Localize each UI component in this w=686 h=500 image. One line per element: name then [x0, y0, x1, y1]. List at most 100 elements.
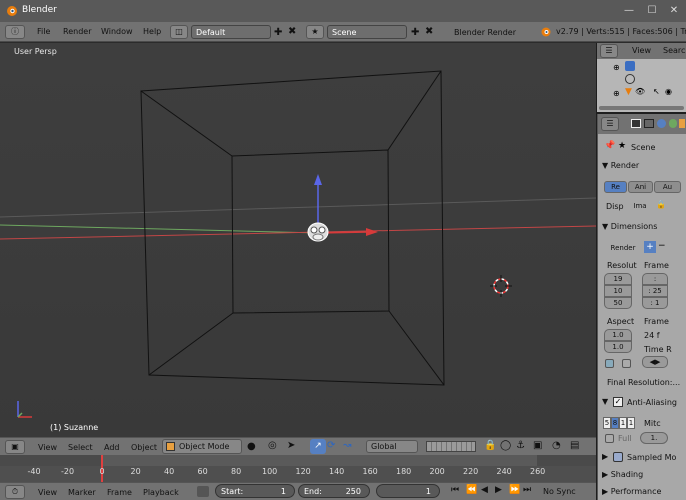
- delete-scene-icon[interactable]: ✖: [425, 26, 433, 37]
- frame-end-field[interactable]: : 25: [642, 285, 668, 297]
- outliner-view-menu[interactable]: View: [632, 46, 651, 55]
- close-icon[interactable]: ✕: [667, 4, 681, 18]
- render-preview-icon[interactable]: ◔: [552, 440, 561, 451]
- time-remap-fields[interactable]: ◀▶: [642, 356, 668, 368]
- aspect-x-field[interactable]: 1.0: [604, 329, 632, 341]
- proportional-edit-icon[interactable]: ◯: [500, 440, 511, 451]
- properties-panel[interactable]: ☰ 📌 ★ Scene ▼ Render Re Ani Au Disp Ima …: [597, 114, 686, 500]
- info-editor-type-icon[interactable]: ⓘ: [5, 25, 25, 39]
- resolution-percent-field[interactable]: 50: [604, 297, 632, 309]
- performance-section-header[interactable]: ▶ Performance: [602, 487, 661, 500]
- full-sample-checkbox[interactable]: [605, 434, 614, 443]
- suzanne-object[interactable]: [305, 220, 331, 246]
- screen-layout-icon[interactable]: ◫: [170, 25, 188, 39]
- menu-help[interactable]: Help: [143, 27, 161, 36]
- timeline-menu-marker[interactable]: Marker: [68, 488, 96, 497]
- render-button[interactable]: Re: [604, 181, 627, 193]
- sync-mode-select[interactable]: No Sync: [543, 487, 576, 496]
- preview-range-icon[interactable]: [197, 486, 209, 497]
- maximize-icon[interactable]: ☐: [645, 4, 659, 18]
- object-mode-select[interactable]: Object Mode: [162, 439, 242, 454]
- jump-start-icon[interactable]: ⏮: [451, 485, 459, 495]
- scale-manipulator-icon[interactable]: ↝: [343, 440, 351, 451]
- filter-size-field[interactable]: 1.: [640, 432, 668, 444]
- remove-preset-icon[interactable]: −: [658, 241, 666, 251]
- end-frame-field[interactable]: End: 250: [298, 484, 370, 498]
- minimize-icon[interactable]: —: [622, 4, 636, 18]
- lock-camera-icon[interactable]: 🔒: [484, 440, 496, 451]
- render-engine-select[interactable]: Blender Render: [449, 25, 531, 39]
- antialiasing-checkbox[interactable]: ✓: [613, 397, 623, 407]
- jump-end-icon[interactable]: ⏭: [523, 485, 531, 495]
- pin-icon[interactable]: 📌: [604, 141, 615, 151]
- menu-window[interactable]: Window: [101, 27, 133, 36]
- rotate-manipulator-icon[interactable]: ⟳: [327, 440, 335, 451]
- outliner[interactable]: ☰ View Search ⊕ ⊕ ▼ 👁 ↖ ◉: [597, 43, 686, 112]
- camera-data-icon[interactable]: [625, 74, 635, 84]
- outliner-scrollbar[interactable]: [599, 106, 684, 110]
- scene-tab-icon[interactable]: [657, 119, 666, 128]
- translate-manipulator-icon[interactable]: ↗: [310, 439, 326, 454]
- timeline-menu-view[interactable]: View: [38, 488, 57, 497]
- properties-editor-type-icon[interactable]: ☰: [601, 117, 619, 131]
- display-select[interactable]: Ima: [628, 200, 652, 212]
- start-frame-field[interactable]: Start: 1: [215, 484, 295, 498]
- menu-file[interactable]: File: [37, 27, 50, 36]
- menu-object[interactable]: Object: [131, 443, 157, 452]
- frame-start-field[interactable]: :: [642, 273, 668, 285]
- manipulator-toggle-icon[interactable]: ➤: [287, 440, 295, 451]
- render-layers-tab-icon[interactable]: [644, 119, 654, 128]
- play-icon[interactable]: ▶: [495, 485, 502, 495]
- play-reverse-icon[interactable]: ◀: [481, 485, 488, 495]
- antialiasing-section-header[interactable]: ▼ ✓ Anti-Aliasing: [602, 397, 677, 407]
- animation-button[interactable]: Ani: [628, 181, 653, 193]
- outliner-expand-icon-2[interactable]: ⊕: [613, 89, 620, 98]
- scene-icon[interactable]: ★: [306, 25, 324, 39]
- 3d-editor-type-icon[interactable]: ▣: [5, 440, 25, 454]
- outliner-expand-icon[interactable]: ⊕: [613, 63, 620, 72]
- menu-select[interactable]: Select: [68, 443, 93, 452]
- render-animation-icon[interactable]: ▤: [570, 440, 579, 451]
- render-tab-icon[interactable]: [631, 119, 641, 128]
- transform-orientation-select[interactable]: Global: [366, 440, 418, 453]
- timeline-menu-frame[interactable]: Frame: [107, 488, 132, 497]
- timeline-editor-type-icon[interactable]: ⏱: [5, 485, 25, 499]
- aa-samples-8[interactable]: 8: [611, 417, 619, 429]
- pivot-point-icon[interactable]: ◎: [268, 440, 277, 451]
- resolution-x-field[interactable]: 19: [604, 273, 632, 285]
- dimensions-section-header[interactable]: ▼ Dimensions: [602, 222, 657, 236]
- sampled-motion-header[interactable]: ▶ Sampled Mo: [602, 452, 676, 462]
- add-screen-icon[interactable]: ✚: [274, 27, 282, 38]
- select-arrow-icon[interactable]: ↖: [653, 87, 660, 96]
- current-frame-field[interactable]: 1: [376, 484, 440, 498]
- crop-checkbox[interactable]: [622, 359, 631, 368]
- snap-target-icon[interactable]: ▣: [533, 440, 542, 451]
- add-scene-icon[interactable]: ✚: [411, 27, 419, 38]
- next-keyframe-icon[interactable]: ⏩: [509, 485, 520, 495]
- aa-samples-11[interactable]: 1: [619, 417, 627, 429]
- render-camera-icon[interactable]: ◉: [665, 87, 672, 96]
- layers-icon[interactable]: [426, 441, 476, 452]
- border-checkbox[interactable]: [605, 359, 614, 368]
- lock-interface-icon[interactable]: 🔒: [656, 200, 666, 209]
- menu-render[interactable]: Render: [63, 27, 91, 36]
- render-section-header[interactable]: ▼ Render: [602, 161, 639, 175]
- audio-button[interactable]: Au: [654, 181, 681, 193]
- aspect-y-field[interactable]: 1.0: [604, 341, 632, 353]
- menu-view[interactable]: View: [38, 443, 57, 452]
- world-tab-icon[interactable]: [669, 119, 677, 128]
- aa-samples-5[interactable]: 5: [603, 417, 611, 429]
- frame-step-field[interactable]: : 1: [642, 297, 668, 309]
- aa-samples-16[interactable]: 1: [627, 417, 635, 429]
- add-preset-icon[interactable]: +: [644, 241, 656, 253]
- shading-section-header[interactable]: ▶ Shading: [602, 470, 643, 484]
- render-preset-select[interactable]: Render: [604, 242, 642, 254]
- prev-keyframe-icon[interactable]: ⏪: [466, 485, 477, 495]
- timeline-menu-playback[interactable]: Playback: [143, 488, 179, 497]
- resolution-y-field[interactable]: 10: [604, 285, 632, 297]
- visibility-eye-icon[interactable]: 👁: [635, 87, 645, 96]
- aa-filter-select[interactable]: Mitc: [644, 419, 661, 428]
- sampled-motion-checkbox[interactable]: [613, 452, 623, 462]
- menu-add[interactable]: Add: [104, 443, 120, 452]
- snap-icon[interactable]: ⚓: [516, 440, 525, 451]
